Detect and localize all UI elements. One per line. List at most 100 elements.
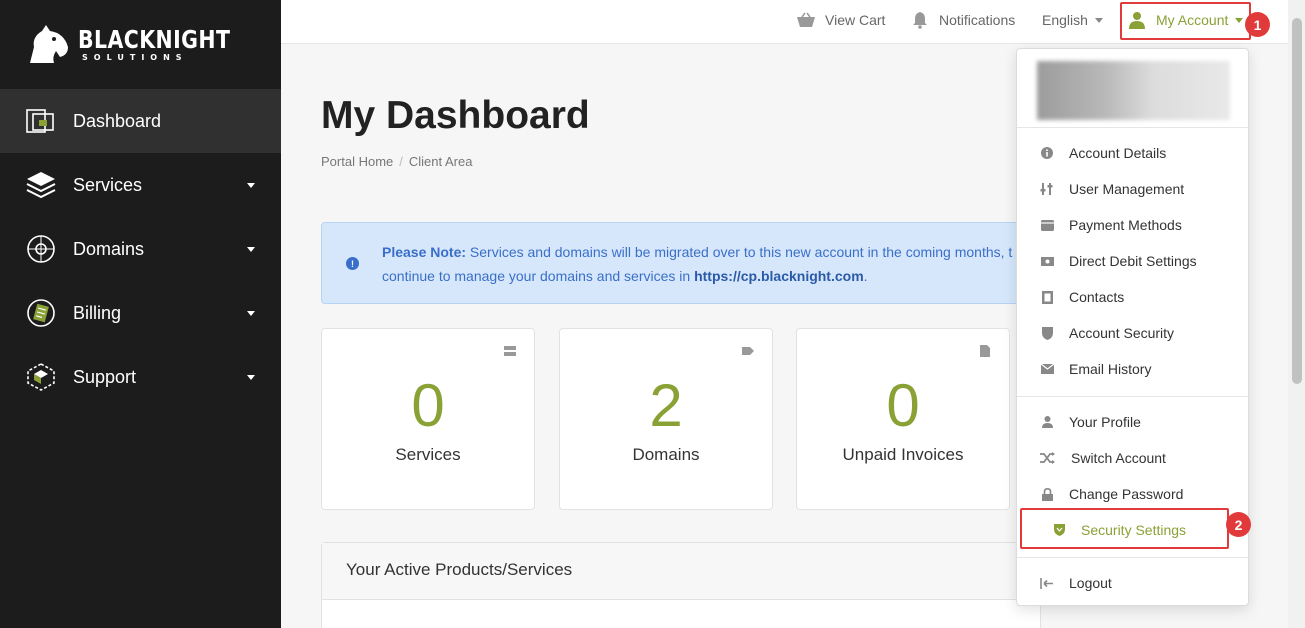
support-icon — [24, 360, 58, 394]
envelope-icon — [1037, 362, 1057, 376]
menu-item-label: User Management — [1069, 181, 1185, 197]
info-icon: ! — [346, 257, 359, 270]
brand-tagline: SOLUTIONS — [82, 53, 188, 62]
scrollbar-thumb[interactable] — [1292, 18, 1302, 384]
stat-card-services[interactable]: 0 Services — [321, 328, 535, 510]
logout-icon — [1037, 576, 1057, 590]
menu-item-account-security[interactable]: Account Security — [1037, 321, 1174, 345]
page-scrollbar[interactable] — [1288, 0, 1305, 628]
server-icon — [504, 346, 516, 356]
language-label: English — [1042, 12, 1088, 28]
sidebar-nav: Dashboard Services Domains Billing Suppo… — [0, 89, 281, 409]
menu-item-label: Contacts — [1069, 289, 1125, 305]
sidebar-item-services[interactable]: Services — [0, 153, 281, 217]
menu-item-label: Switch Account — [1071, 450, 1166, 466]
alert-line-2-suffix: . — [863, 268, 868, 284]
menu-item-label: Direct Debit Settings — [1069, 253, 1197, 269]
brand-logo[interactable]: BLACKNIGHT SOLUTIONS — [24, 22, 264, 68]
panel-title: Your Active Products/Services — [322, 543, 1040, 600]
breadcrumb-current: Client Area — [408, 154, 473, 169]
credit-card-icon — [1037, 218, 1057, 232]
menu-item-label: Your Profile — [1069, 414, 1141, 430]
info-icon — [1037, 146, 1057, 160]
stat-card-domains[interactable]: 2 Domains — [559, 328, 773, 510]
tag-icon — [742, 347, 754, 355]
basket-icon — [797, 12, 815, 27]
menu-item-logout[interactable]: Logout — [1037, 571, 1112, 595]
sidebar-item-billing[interactable]: Billing — [0, 281, 281, 345]
dashboard-icon — [24, 104, 58, 138]
shield-icon — [1037, 326, 1057, 340]
notifications-link[interactable]: Notifications — [911, 0, 1015, 40]
menu-item-label: Email History — [1069, 361, 1152, 377]
chevron-down-icon — [1094, 17, 1103, 23]
file-icon — [980, 345, 990, 357]
view-cart-link[interactable]: View Cart — [796, 0, 885, 40]
menu-item-label: Change Password — [1069, 486, 1184, 502]
chevron-down-icon — [247, 183, 255, 188]
chevron-down-icon — [247, 375, 255, 380]
services-icon — [24, 168, 58, 202]
sidebar: BLACKNIGHT SOLUTIONS Dashboard Services … — [0, 0, 281, 628]
language-selector[interactable]: English — [1042, 0, 1103, 40]
breadcrumb-separator: / — [399, 154, 403, 169]
step-badge-1: 1 — [1245, 12, 1270, 37]
stat-value: 0 — [886, 372, 920, 439]
menu-item-switch-account[interactable]: Switch Account — [1037, 446, 1166, 470]
menu-item-label: Logout — [1069, 575, 1112, 591]
menu-item-email-history[interactable]: Email History — [1037, 357, 1151, 381]
knight-logo-icon — [30, 25, 68, 63]
menu-item-direct-debit-settings[interactable]: Direct Debit Settings — [1037, 249, 1197, 273]
alert-line-1: Please Note: Services and domains will b… — [382, 240, 1022, 264]
menu-item-label: Payment Methods — [1069, 217, 1182, 233]
sliders-icon — [1037, 182, 1057, 196]
stat-label: Services — [395, 445, 461, 464]
chevron-down-icon — [247, 311, 255, 316]
menu-divider — [1017, 127, 1248, 128]
chevron-down-icon — [247, 247, 255, 252]
menu-item-contacts[interactable]: Contacts — [1037, 285, 1124, 309]
menu-item-label: Account Security — [1069, 325, 1175, 341]
menu-item-your-profile[interactable]: Your Profile — [1037, 410, 1141, 434]
menu-item-account-details[interactable]: Account Details — [1037, 141, 1166, 165]
menu-item-payment-methods[interactable]: Payment Methods — [1037, 213, 1182, 237]
sidebar-item-domains[interactable]: Domains — [0, 217, 281, 281]
stat-label: Domains — [632, 445, 700, 464]
step-badge-2: 2 — [1226, 512, 1251, 537]
page-title: My Dashboard — [321, 94, 590, 137]
money-icon — [1037, 254, 1057, 268]
sidebar-item-label: Domains — [73, 238, 145, 259]
sidebar-item-label: Services — [73, 174, 143, 195]
breadcrumb: Portal Home / Client Area — [321, 154, 472, 169]
billing-icon — [24, 296, 58, 330]
sidebar-item-support[interactable]: Support — [0, 345, 281, 409]
brand-name: BLACKNIGHT — [78, 25, 231, 54]
notifications-label: Notifications — [939, 12, 1016, 28]
alert-link[interactable]: https://cp.blacknight.com — [694, 268, 864, 284]
highlight-box-account — [1120, 2, 1251, 40]
stat-card-unpaid-invoices[interactable]: 0 Unpaid Invoices — [796, 328, 1010, 510]
alert-line-1-text: Services and domains will be migrated ov… — [466, 244, 1013, 260]
breadcrumb-home-link[interactable]: Portal Home — [321, 154, 393, 169]
sidebar-item-label: Support — [73, 366, 137, 387]
user-icon — [1037, 415, 1057, 429]
view-cart-label: View Cart — [825, 12, 886, 28]
account-info-blurred — [1037, 61, 1230, 120]
shuffle-icon — [1037, 451, 1057, 465]
menu-item-change-password[interactable]: Change Password — [1037, 482, 1183, 506]
sidebar-item-dashboard[interactable]: Dashboard — [0, 89, 281, 153]
bell-icon — [913, 12, 927, 29]
info-alert: ! Please Note: Services and domains will… — [321, 222, 1041, 304]
alert-line-2-text: continue to manage your domains and serv… — [382, 268, 695, 284]
menu-divider — [1017, 396, 1248, 397]
alert-line-2: continue to manage your domains and serv… — [382, 264, 1022, 288]
alert-bold: Please Note: — [382, 244, 467, 260]
highlight-box-security-settings — [1020, 508, 1229, 549]
stat-label: Unpaid Invoices — [842, 445, 964, 464]
domains-icon — [24, 232, 58, 266]
lock-icon — [1037, 487, 1057, 501]
stat-value: 2 — [649, 372, 683, 439]
alert-text: Please Note: Services and domains will b… — [382, 240, 1022, 288]
sidebar-item-label: Billing — [73, 302, 122, 323]
menu-item-user-management[interactable]: User Management — [1037, 177, 1184, 201]
